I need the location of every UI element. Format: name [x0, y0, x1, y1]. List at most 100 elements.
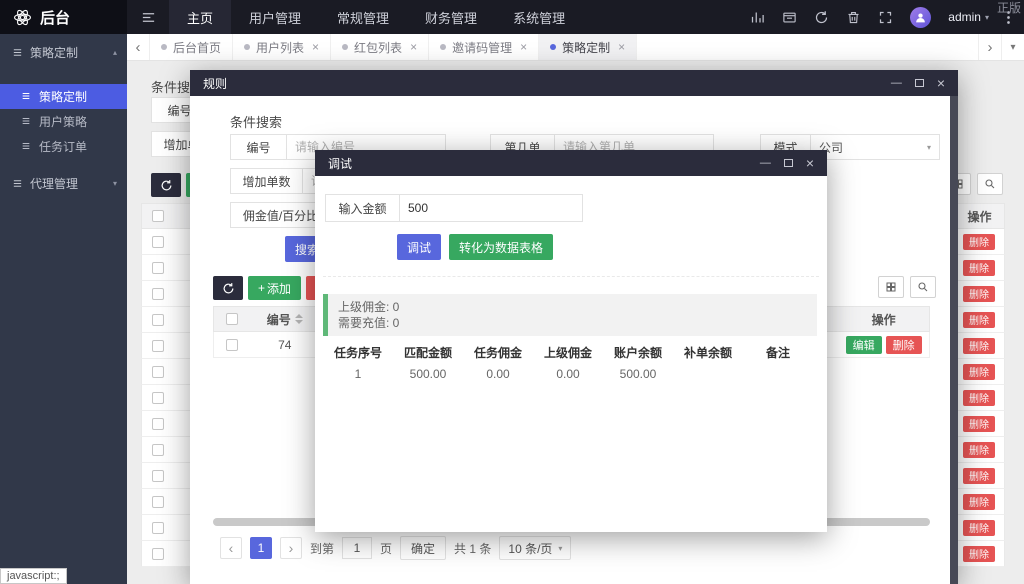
next-page-button[interactable]: ›: [280, 537, 302, 559]
row-delete-button[interactable]: 删除: [963, 338, 995, 354]
debug-button[interactable]: 调试: [397, 234, 441, 260]
refresh-icon[interactable]: [814, 10, 829, 25]
maximize-icon[interactable]: [915, 79, 924, 87]
convert-to-table-button[interactable]: 转化为数据表格: [449, 234, 553, 260]
nav-system-management[interactable]: 系统管理: [495, 0, 583, 34]
prev-page-button[interactable]: ‹: [220, 537, 242, 559]
avatar[interactable]: [910, 7, 931, 28]
cell-parent-commission: 0.00: [533, 367, 603, 381]
nav-general-management[interactable]: 常规管理: [319, 0, 407, 34]
columns-grid-icon[interactable]: [878, 276, 904, 298]
window-controls: — ×: [891, 76, 945, 90]
select-all-checkbox[interactable]: [226, 313, 238, 325]
nav-home[interactable]: 主页: [169, 0, 231, 34]
sort-icons[interactable]: [295, 314, 303, 324]
row-checkbox[interactable]: [152, 392, 164, 404]
row-checkbox[interactable]: [152, 522, 164, 534]
row-checkbox[interactable]: [152, 444, 164, 456]
user-menu[interactable]: admin ▾: [948, 10, 989, 24]
row-checkbox[interactable]: [152, 366, 164, 378]
tab-dashboard[interactable]: 后台首页: [150, 34, 233, 60]
refresh-button[interactable]: [151, 173, 181, 197]
row-delete-button[interactable]: 删除: [963, 234, 995, 250]
row-checkbox[interactable]: [152, 314, 164, 326]
row-checkbox[interactable]: [152, 496, 164, 508]
sidebar-item-label: 任务订单: [39, 138, 87, 155]
tab-strategy-custom[interactable]: 策略定制 ×: [539, 34, 637, 60]
row-delete-button[interactable]: 删除: [963, 260, 995, 276]
tab-redpacket-list[interactable]: 红包列表 ×: [331, 34, 429, 60]
add-button[interactable]: + 添加: [248, 276, 301, 300]
sidebar-section-label: 代理管理: [30, 175, 78, 192]
cell-task-commission: 0.00: [463, 367, 533, 381]
row-checkbox[interactable]: [152, 288, 164, 300]
tabs-scroll-right-button[interactable]: ›: [978, 34, 1001, 60]
row-checkbox[interactable]: [152, 418, 164, 430]
row-checkbox[interactable]: [152, 548, 164, 560]
id-column-header: 编号: [267, 311, 291, 328]
username: admin: [948, 10, 981, 24]
sort-asc-icon[interactable]: [295, 314, 303, 318]
tab-dot-icon: [550, 44, 556, 50]
sort-desc-icon[interactable]: [295, 320, 303, 324]
row-delete-button[interactable]: 删除: [963, 312, 995, 328]
jump-prefix: 到第: [310, 540, 334, 557]
list-icon: [21, 141, 32, 152]
row-delete-button[interactable]: 删除: [963, 468, 995, 484]
tab-user-list[interactable]: 用户列表 ×: [233, 34, 331, 60]
trash-icon[interactable]: [846, 10, 861, 25]
tab-invite-code[interactable]: 邀请码管理 ×: [429, 34, 539, 60]
jump-confirm-button[interactable]: 确定: [400, 536, 446, 560]
per-page-select[interactable]: 10 条/页 ▾: [499, 536, 571, 560]
row-checkbox[interactable]: [152, 340, 164, 352]
tab-close-icon[interactable]: ×: [312, 40, 319, 54]
row-delete-button[interactable]: 删除: [886, 336, 922, 354]
sidebar-item-strategy-custom[interactable]: 策略定制: [0, 84, 127, 109]
current-page[interactable]: 1: [250, 537, 272, 559]
jump-page-input[interactable]: [342, 537, 372, 559]
minimize-icon[interactable]: —: [760, 158, 771, 169]
jump-suffix: 页: [380, 540, 392, 557]
row-delete-button[interactable]: 删除: [963, 494, 995, 510]
row-checkbox[interactable]: [152, 236, 164, 248]
row-edit-button[interactable]: 编辑: [846, 336, 882, 354]
amount-input[interactable]: [399, 194, 583, 222]
panel-icon[interactable]: [782, 10, 797, 25]
row-delete-button[interactable]: 删除: [963, 286, 995, 302]
select-all-checkbox[interactable]: [152, 210, 164, 222]
tab-close-icon[interactable]: ×: [410, 40, 417, 54]
search-icon[interactable]: [977, 173, 1003, 195]
search-icon[interactable]: [910, 276, 936, 298]
logo[interactable]: 后台: [0, 0, 127, 34]
close-icon[interactable]: ×: [806, 156, 814, 170]
row-checkbox[interactable]: [226, 339, 238, 351]
row-delete-button[interactable]: 删除: [963, 442, 995, 458]
vertical-scrollbar[interactable]: [950, 96, 958, 584]
mode-select[interactable]: 公司 ▾: [810, 134, 940, 160]
chart-icon[interactable]: [750, 10, 765, 25]
tab-close-icon[interactable]: ×: [618, 40, 625, 54]
collapse-sidebar-button[interactable]: [127, 0, 169, 34]
sidebar-section-agent[interactable]: 代理管理 ▾: [0, 165, 127, 201]
refresh-button[interactable]: [213, 276, 243, 300]
row-delete-button[interactable]: 删除: [963, 416, 995, 432]
result-table-row: 1 500.00 0.00 0.00 500.00: [323, 361, 819, 381]
minimize-icon[interactable]: —: [891, 78, 902, 89]
row-delete-button[interactable]: 删除: [963, 520, 995, 536]
nav-finance-management[interactable]: 财务管理: [407, 0, 495, 34]
close-icon[interactable]: ×: [937, 76, 945, 90]
tab-close-icon[interactable]: ×: [520, 40, 527, 54]
row-checkbox[interactable]: [152, 262, 164, 274]
tabs-scroll-left-button[interactable]: ‹: [127, 34, 150, 60]
row-delete-button[interactable]: 删除: [963, 364, 995, 380]
row-delete-button[interactable]: 删除: [963, 546, 995, 562]
row-delete-button[interactable]: 删除: [963, 390, 995, 406]
sidebar-item-task-orders[interactable]: 任务订单: [0, 134, 127, 159]
fullscreen-icon[interactable]: [878, 10, 893, 25]
maximize-icon[interactable]: [784, 159, 793, 167]
row-checkbox[interactable]: [152, 470, 164, 482]
nav-user-management[interactable]: 用户管理: [231, 0, 319, 34]
tabs-menu-button[interactable]: ▾: [1001, 34, 1024, 60]
sidebar-item-user-strategy[interactable]: 用户策略: [0, 109, 127, 134]
sidebar-section-strategy[interactable]: 策略定制 ▴: [0, 34, 127, 70]
